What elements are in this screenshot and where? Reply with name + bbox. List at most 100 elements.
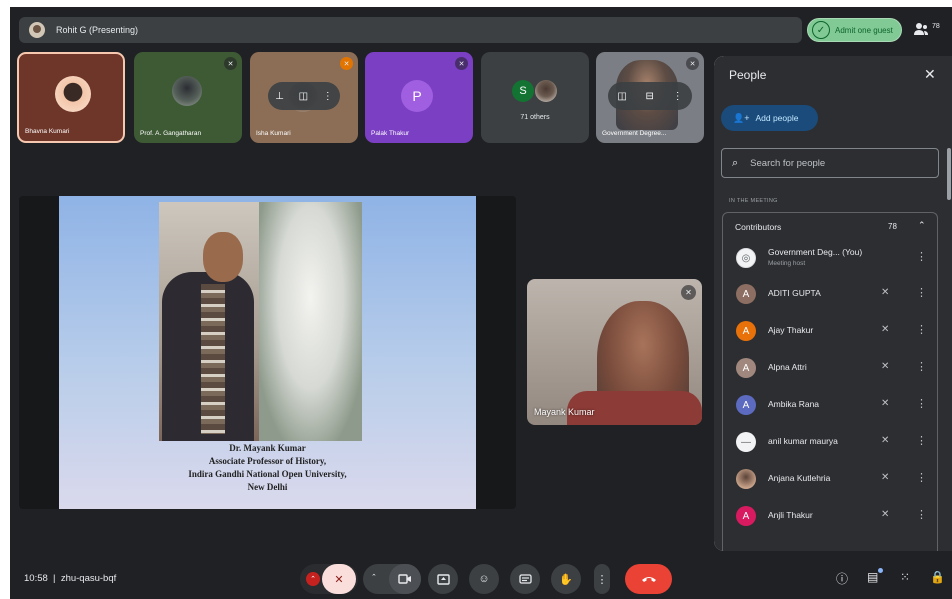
list-item[interactable]: A Alpna Attri ✕ ⋮ <box>723 350 937 386</box>
clock: 10:58 <box>24 573 48 584</box>
participant-name: Anjli Thakur <box>768 510 813 520</box>
list-item[interactable]: A Anjli Thakur ✕ ⋮ <box>723 498 937 534</box>
slide-caption-title: Associate Professor of History, <box>208 456 327 466</box>
participant-name: Government Deg... (You) <box>768 247 863 257</box>
mic-off-icon[interactable]: ✕ <box>881 287 889 298</box>
more-options-icon[interactable]: ⋮ <box>916 471 927 484</box>
emoji-icon: ☺ <box>478 573 490 585</box>
participant-tile[interactable]: ⊥ ◫ ⋮ ✕ Isha Kumari <box>250 52 358 143</box>
captions-icon <box>518 574 532 584</box>
microphone-control: ⌃ ✕ <box>300 564 358 594</box>
participant-name: Anjana Kutlehria <box>768 473 831 483</box>
notification-dot <box>878 568 883 573</box>
pin-icon[interactable]: ⊥ <box>275 91 284 102</box>
participant-name: Ambika Rana <box>768 399 820 409</box>
people-icon[interactable] <box>913 21 929 37</box>
tile-hover-controls[interactable]: ⊥ ◫ ⋮ <box>268 82 340 110</box>
search-icon: ⌕ <box>732 156 739 169</box>
search-input[interactable] <box>750 157 901 169</box>
activities-icon[interactable]: ⁙ <box>900 570 910 584</box>
more-options-icon[interactable]: ⋮ <box>323 91 333 102</box>
list-item[interactable]: Anjana Kutlehria ✕ ⋮ <box>723 461 937 497</box>
meet-window: Rohit G (Presenting) ✓ Admit one guest 7… <box>10 7 952 599</box>
list-item[interactable]: A Ajay Thakur ✕ ⋮ <box>723 313 937 349</box>
remove-icon[interactable]: ⊟ <box>646 91 654 102</box>
more-options-icon: ⋮ <box>596 573 608 586</box>
more-options-icon[interactable]: ⋮ <box>916 250 927 263</box>
list-item[interactable]: — anil kumar maurya ✕ ⋮ <box>723 424 937 460</box>
camera-button[interactable] <box>389 564 421 594</box>
close-icon[interactable]: ✕ <box>924 66 936 83</box>
present-screen-button[interactable] <box>428 564 458 594</box>
panel-title: People <box>729 68 767 82</box>
presenting-banner[interactable]: Rohit G (Presenting) <box>19 17 802 43</box>
add-people-button[interactable]: 👤+ Add people <box>721 105 818 131</box>
more-options-icon[interactable]: ⋮ <box>916 508 927 521</box>
mic-off-button[interactable]: ✕ <box>322 564 356 594</box>
more-options-icon[interactable]: ⋮ <box>916 360 927 373</box>
list-item[interactable]: A Ambika Rana ✕ ⋮ <box>723 387 937 423</box>
presenting-label: Rohit G (Presenting) <box>56 25 139 35</box>
more-options-button[interactable]: ⋮ <box>594 564 610 594</box>
chat-icon[interactable]: ▤ <box>867 570 878 584</box>
participant-avatar: A <box>736 358 756 378</box>
meeting-info: 10:58 | zhu-qasu-bqf <box>24 573 116 584</box>
mic-off-icon[interactable]: ✕ <box>881 361 889 372</box>
mic-off-icon[interactable]: ✕ <box>881 435 889 446</box>
participant-tile[interactable]: ◫ ⊟ ⋮ ✕ Government Degree... <box>596 52 704 143</box>
participant-tile[interactable]: Bhavna Kumari <box>17 52 125 143</box>
mic-off-icon[interactable]: ✕ <box>881 324 889 335</box>
admit-guest-button[interactable]: ✓ Admit one guest <box>807 18 902 42</box>
chevron-up-icon[interactable]: ⌃ <box>306 572 320 586</box>
participant-name: ADITI GUPTA <box>768 288 821 298</box>
captions-button[interactable] <box>510 564 540 594</box>
participant-avatar: — <box>736 432 756 452</box>
admit-guest-label: Admit one guest <box>835 25 893 35</box>
hand-icon: ✋ <box>559 573 573 586</box>
speaker-tile[interactable]: ✕ Mayank Kumar <box>527 279 702 425</box>
participant-name: anil kumar maurya <box>768 436 838 446</box>
participant-avatar: A <box>736 506 756 526</box>
person-list: ◎ Government Deg... (You) Meeting host ⋮… <box>722 240 938 551</box>
emoji-reaction-button[interactable]: ☺ <box>469 564 499 594</box>
camera-control: ⌃ <box>363 564 421 594</box>
list-item[interactable]: A ADITI GUPTA ✕ ⋮ <box>723 276 937 312</box>
chevron-up-icon[interactable]: ⌃ <box>371 573 377 581</box>
mic-off-icon[interactable]: ✕ <box>881 472 889 483</box>
section-label: IN THE MEETING <box>729 198 778 204</box>
others-tile[interactable]: S 71 others <box>481 52 589 143</box>
mic-off-icon[interactable]: ✕ <box>881 509 889 520</box>
chevron-up-icon[interactable]: ⌃ <box>918 220 926 231</box>
raise-hand-button[interactable]: ✋ <box>551 564 581 594</box>
presenter-avatar <box>29 22 45 38</box>
host-controls-icon[interactable]: 🔒 <box>930 570 945 584</box>
leave-call-button[interactable] <box>625 564 672 594</box>
meeting-code: zhu-qasu-bqf <box>60 573 117 584</box>
scrollbar[interactable] <box>947 148 951 200</box>
list-item[interactable]: ◎ Government Deg... (You) Meeting host ⋮ <box>723 240 937 276</box>
participant-name: Prof. A. Gangatharan <box>140 130 202 137</box>
participant-avatar <box>55 76 91 112</box>
more-options-icon[interactable]: ⋮ <box>916 397 927 410</box>
contributors-group-header[interactable]: Contributors 78 ⌃ <box>722 212 938 240</box>
participant-tile[interactable]: ✕ Prof. A. Gangatharan <box>134 52 242 143</box>
more-options-icon[interactable]: ⋮ <box>916 323 927 336</box>
search-people-field[interactable]: ⌕ <box>721 148 939 178</box>
presentation-area[interactable]: Dr. Mayank Kumar Associate Professor of … <box>19 196 516 509</box>
more-options-icon[interactable]: ⋮ <box>916 286 927 299</box>
frame-icon[interactable]: ◫ <box>299 91 308 102</box>
group-count: 78 <box>888 222 897 231</box>
speaker-name: Mayank Kumar <box>534 407 595 417</box>
christmas-tree-image <box>259 202 362 441</box>
participant-avatar <box>535 80 557 102</box>
more-options-icon[interactable]: ⋮ <box>916 434 927 447</box>
tile-hover-controls[interactable]: ◫ ⊟ ⋮ <box>608 82 692 110</box>
info-icon[interactable]: ⓘ <box>836 570 848 587</box>
slide-caption-name: Dr. Mayank Kumar <box>229 443 306 453</box>
more-options-icon[interactable]: ⋮ <box>673 91 683 102</box>
man-head <box>203 232 243 282</box>
frame-icon[interactable]: ◫ <box>617 91 626 102</box>
present-icon <box>436 573 450 585</box>
participant-tile[interactable]: P ✕ Palak Thakur <box>365 52 473 143</box>
mic-off-icon[interactable]: ✕ <box>881 398 889 409</box>
